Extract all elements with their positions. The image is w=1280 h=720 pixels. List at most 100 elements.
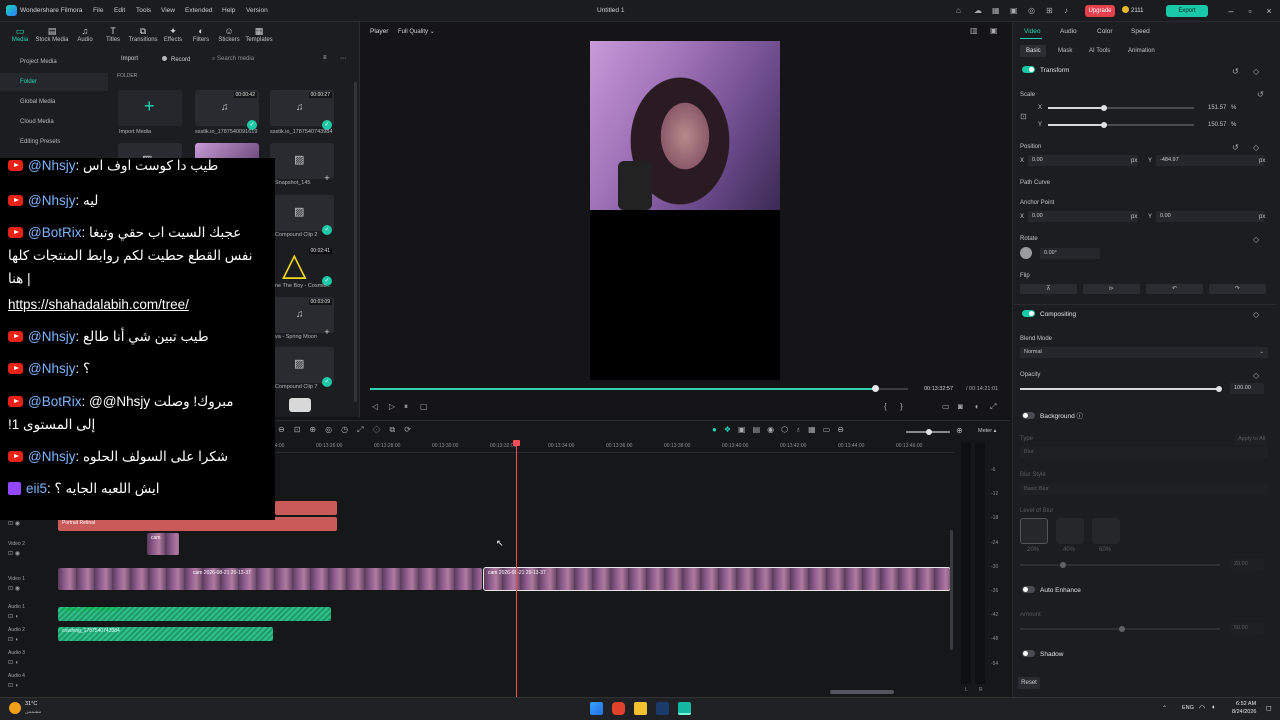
tray-chevron-icon[interactable]: ⌃ — [1162, 705, 1167, 712]
quality-select[interactable]: Full Quality ⌄ — [398, 28, 435, 35]
record-button[interactable]: Record — [162, 56, 190, 63]
export-button[interactable]: Export — [1166, 5, 1208, 17]
tab-color[interactable]: Color — [1097, 28, 1113, 35]
rotate-left-button[interactable]: ↶ — [1146, 284, 1203, 294]
compare-icon[interactable]: ▥ — [970, 26, 978, 35]
import-media-tile[interactable]: + — [118, 90, 182, 126]
track-audio2-controls[interactable]: ⊡ ◖ — [8, 636, 18, 643]
video2-clip[interactable]: cam — [147, 533, 179, 555]
save-icon[interactable]: ▣ — [1010, 6, 1018, 15]
rotate-input[interactable]: 0.00° — [1040, 248, 1100, 259]
file-explorer-icon[interactable] — [634, 702, 647, 715]
subtab-animation[interactable]: Animation — [1128, 48, 1155, 54]
blend-mode-select[interactable]: Normal ⌄ — [1020, 347, 1268, 358]
transform-toggle[interactable] — [1022, 66, 1035, 73]
color-icon[interactable]: ◎ — [325, 425, 341, 434]
rotate-keyframe-icon[interactable]: ◇ — [1253, 235, 1259, 244]
timeline-toolbar-left[interactable]: ⊖⊡⊕◎◷⤢⟐⧉⟳ — [278, 425, 458, 437]
cloud-icon[interactable]: ☁ — [974, 6, 982, 15]
snap-icon[interactable]: ❖ — [724, 425, 738, 434]
track-video2-controls[interactable]: ⊡ ◉ — [8, 550, 20, 557]
media-tile[interactable] — [289, 398, 311, 412]
portrait-clip[interactable] — [275, 501, 337, 515]
device-icon[interactable]: ⌂ — [956, 6, 961, 15]
blur-level-20[interactable] — [1020, 518, 1048, 544]
scale-y-value[interactable]: 150.57 — [1208, 122, 1226, 128]
blur-style-select[interactable]: Basic Blur — [1020, 484, 1268, 495]
voice-icon[interactable]: ▤ — [753, 425, 768, 434]
media-tile[interactable]: 00:02:41 △ ✓ — [270, 246, 334, 286]
anchor-x-input[interactable]: 0.00 — [1028, 211, 1138, 222]
sidebar-item-global-media[interactable]: Global Media — [0, 93, 108, 111]
import-button[interactable]: Import — [121, 56, 138, 62]
opacity-keyframe-icon[interactable]: ◇ — [1253, 371, 1259, 380]
brave-browser-icon[interactable] — [612, 702, 625, 715]
minimize-icon[interactable]: – — [1224, 4, 1238, 18]
video-preview[interactable] — [590, 41, 780, 380]
media-scrollbar[interactable] — [354, 82, 357, 402]
tab-media[interactable]: ▭ Media — [2, 25, 38, 49]
bell-icon[interactable]: ♪ — [1064, 6, 1068, 15]
weather-icon[interactable] — [9, 702, 21, 714]
position-x-input[interactable]: 0.00 — [1028, 155, 1138, 166]
opacity-input[interactable]: 100.00 — [1230, 383, 1264, 394]
video1-clip-selected[interactable]: cam 2026-08-21 20-13-37 — [483, 567, 951, 591]
zoom-in-icon[interactable]: ⊕ — [956, 426, 963, 435]
auto-enhance-toggle[interactable] — [1022, 586, 1035, 593]
headset-icon[interactable]: ◎ — [1028, 6, 1035, 15]
media-tile[interactable]: 00:03:09 ♫ + — [270, 297, 334, 337]
filter-icon[interactable]: ≡ — [323, 55, 327, 61]
track-audio3-controls[interactable]: ⊡ ◖ — [8, 659, 18, 666]
track-video1-controls[interactable]: ⊡ ◉ — [8, 585, 20, 592]
audio-mixer-icon[interactable]: ▦ — [808, 425, 823, 434]
media-tile[interactable]: ▨ ✓ — [270, 347, 334, 387]
stop-icon[interactable]: ▢ — [420, 402, 428, 411]
mic-icon[interactable]: ♁ — [795, 425, 808, 434]
media-tile[interactable]: ▨ ✓ — [270, 195, 334, 235]
crop-icon[interactable]: ⊡ — [294, 425, 310, 434]
shadow-section[interactable]: Shadow — [1014, 650, 1276, 666]
more-icon[interactable]: ⋯ — [340, 55, 346, 62]
rotate-right-button[interactable]: ↷ — [1209, 284, 1266, 294]
gift-icon[interactable]: ⊞ — [1046, 6, 1053, 15]
lock-icon[interactable]: ⊡ — [1020, 112, 1027, 121]
playhead[interactable] — [516, 441, 517, 697]
reset-icon[interactable]: ↺ — [1232, 67, 1239, 76]
rotate-dial[interactable] — [1020, 247, 1032, 259]
playback-progress[interactable] — [370, 388, 876, 390]
audio2-clip[interactable]: crashing_1787540743984 — [58, 627, 273, 641]
ai-icon[interactable]: ● — [712, 425, 724, 434]
shield-icon[interactable]: ⬡ — [781, 425, 795, 434]
sidebar-item-cloud-media[interactable]: Cloud Media — [0, 113, 108, 131]
video1-clip[interactable]: cam 2026-08-21 20-13-37 — [58, 568, 482, 590]
flip-horizontal-button[interactable]: ⊳ — [1083, 284, 1140, 294]
render-icon[interactable]: ⟳ — [404, 425, 420, 434]
scale-x-knob[interactable] — [1101, 105, 1107, 111]
zoom-out-icon[interactable]: ⊖ — [278, 425, 294, 434]
bg-type-select[interactable]: Blur — [1020, 447, 1268, 458]
fullscreen-icon[interactable]: ⤢ — [990, 402, 996, 412]
menu-version[interactable]: Version — [246, 7, 268, 14]
subtab-basic[interactable]: Basic — [1026, 48, 1041, 54]
mark-out-icon[interactable]: } — [900, 402, 903, 411]
steam-icon[interactable] — [656, 702, 669, 715]
volume-icon[interactable]: ◖ — [974, 402, 979, 411]
sidebar-item-project-media[interactable]: Project Media — [0, 53, 108, 71]
split-icon[interactable]: ⤢ — [357, 425, 372, 434]
timeline-vscroll[interactable] — [950, 530, 953, 650]
menu-view[interactable]: View — [161, 7, 175, 14]
credits-badge[interactable]: 2111 — [1122, 5, 1160, 17]
mark-in-icon[interactable]: { — [884, 402, 887, 411]
shadow-toggle[interactable] — [1022, 650, 1035, 657]
amount-knob[interactable] — [1119, 626, 1125, 632]
timeline-zoom-knob[interactable] — [926, 429, 932, 435]
menu-extended[interactable]: Extended — [185, 7, 212, 14]
speed-icon[interactable]: ◷ — [341, 425, 357, 434]
language-indicator[interactable]: ENG — [1182, 705, 1194, 711]
background-toggle[interactable] — [1022, 412, 1035, 419]
menu-tools[interactable]: Tools — [136, 7, 151, 14]
previous-frame-icon[interactable]: ◁ — [372, 402, 378, 411]
scale-x-value[interactable]: 151.57 — [1208, 105, 1226, 111]
subtab-mask[interactable]: Mask — [1058, 48, 1072, 54]
layout-icon[interactable]: ▦ — [992, 6, 1000, 15]
